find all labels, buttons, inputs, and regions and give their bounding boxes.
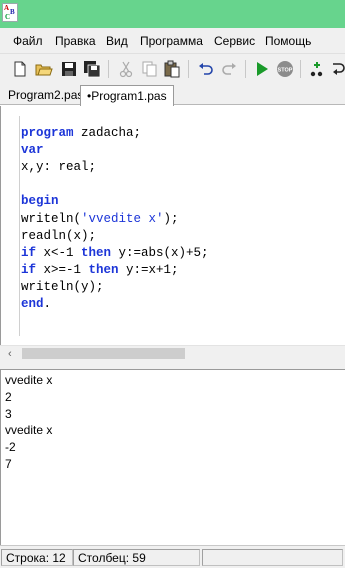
save-icon[interactable] (60, 60, 78, 78)
undo-icon[interactable] (197, 60, 215, 78)
menu-file[interactable]: Файл (13, 34, 43, 48)
code-keyword: then (81, 245, 112, 260)
tab-program1[interactable]: •Program1.pas (80, 85, 174, 106)
new-file-icon[interactable] (11, 60, 29, 78)
redo-icon[interactable] (220, 60, 238, 78)
status-empty-panel (202, 549, 343, 566)
editor-horizontal-scrollbar[interactable]: ‹ (0, 345, 345, 361)
title-bar: A B C (0, 0, 345, 28)
open-folder-icon[interactable] (35, 60, 53, 78)
stop-icon[interactable]: STOP (276, 60, 294, 78)
menu-service[interactable]: Сервис (214, 34, 255, 48)
step-into-icon[interactable] (330, 60, 345, 78)
code-text: writeln( (21, 211, 82, 226)
step-over-icon[interactable] (308, 60, 326, 78)
code-text: x>=-1 (36, 262, 89, 277)
code-keyword: begin (21, 194, 59, 209)
menu-view[interactable]: Вид (106, 34, 128, 48)
code-keyword: then (88, 262, 119, 277)
output-line: vvedite x (5, 373, 53, 387)
pane-splitter[interactable] (0, 361, 345, 370)
menu-edit[interactable]: Правка (55, 34, 96, 48)
code-text: x,y: real; (21, 160, 97, 175)
code-keyword: var (21, 143, 44, 158)
output-window[interactable]: vvedite x 2 3 vvedite x -2 7 (0, 370, 345, 545)
tab-program2[interactable]: Program2.pas (2, 85, 91, 105)
toolbar: STOP (0, 54, 345, 84)
icon-letter-b: B (10, 8, 15, 16)
toolbar-separator (108, 60, 109, 78)
code-text: writeln(y); (21, 279, 104, 294)
output-line: 2 (5, 389, 12, 404)
toolbar-separator (188, 60, 189, 78)
code-text: . (43, 297, 52, 311)
code-text: x<-1 (36, 245, 82, 260)
code-line: readln(x); (21, 228, 96, 245)
run-icon[interactable] (253, 60, 271, 78)
cut-icon[interactable] (117, 60, 135, 78)
scrollbar-thumb[interactable] (22, 348, 185, 359)
status-bar: Строка: 12 Столбец: 59 (0, 545, 345, 568)
code-line: writeln('vvedite x'); (21, 211, 179, 228)
paste-icon[interactable] (163, 60, 181, 78)
status-column: Столбец: 59 (73, 549, 200, 566)
stop-label: STOP (278, 68, 293, 74)
code-editor[interactable]: program zadacha; var x,y: real; begin writel… (0, 106, 345, 345)
output-line: -2 (5, 440, 16, 455)
code-text: zadacha; (73, 126, 142, 140)
code-line: end. (21, 296, 51, 313)
tab-bar: Program2.pas •Program1.pas (0, 84, 345, 106)
code-line: program zadacha; (21, 125, 141, 142)
toolbar-separator (300, 60, 301, 78)
code-line: begin (21, 193, 59, 210)
code-text: ); (163, 211, 179, 226)
code-line: if x>=-1 then y:=x+1; (21, 262, 179, 279)
pascalabc-icon[interactable]: A B C (2, 3, 18, 22)
save-all-icon[interactable] (83, 60, 101, 78)
output-line: 7 (5, 457, 12, 471)
code-keyword: if (21, 262, 37, 277)
code-line: var (21, 142, 44, 159)
code-text: readln(x); (21, 228, 97, 243)
output-line: 3 (5, 406, 12, 421)
code-keyword: end (21, 297, 44, 311)
code-keyword: if (21, 245, 37, 260)
icon-letter-c: C (5, 13, 11, 21)
icon-letter-a: A (4, 4, 10, 12)
code-line: x,y: real; (21, 159, 96, 176)
status-row: Строка: 12 (1, 549, 73, 566)
menu-help[interactable]: Помощь (265, 34, 311, 48)
menu-bar: Файл Правка Вид Программа Сервис Помощь (0, 28, 345, 54)
code-keyword: program (21, 126, 74, 140)
code-text-area[interactable]: program zadacha; var x,y: real; begin writel… (19, 116, 344, 336)
scroll-left-icon[interactable]: ‹ (8, 348, 12, 360)
code-line: if x<-1 then y:=abs(x)+5; (21, 245, 209, 262)
code-text: y:=x+1; (118, 262, 179, 277)
code-string: 'vvedite x' (81, 211, 164, 226)
menu-program[interactable]: Программа (140, 34, 203, 48)
copy-icon[interactable] (140, 60, 158, 78)
code-line: writeln(y); (21, 279, 104, 296)
toolbar-separator (245, 60, 246, 78)
output-line: vvedite x (5, 423, 53, 438)
code-text: y:=abs(x)+5; (111, 245, 209, 260)
